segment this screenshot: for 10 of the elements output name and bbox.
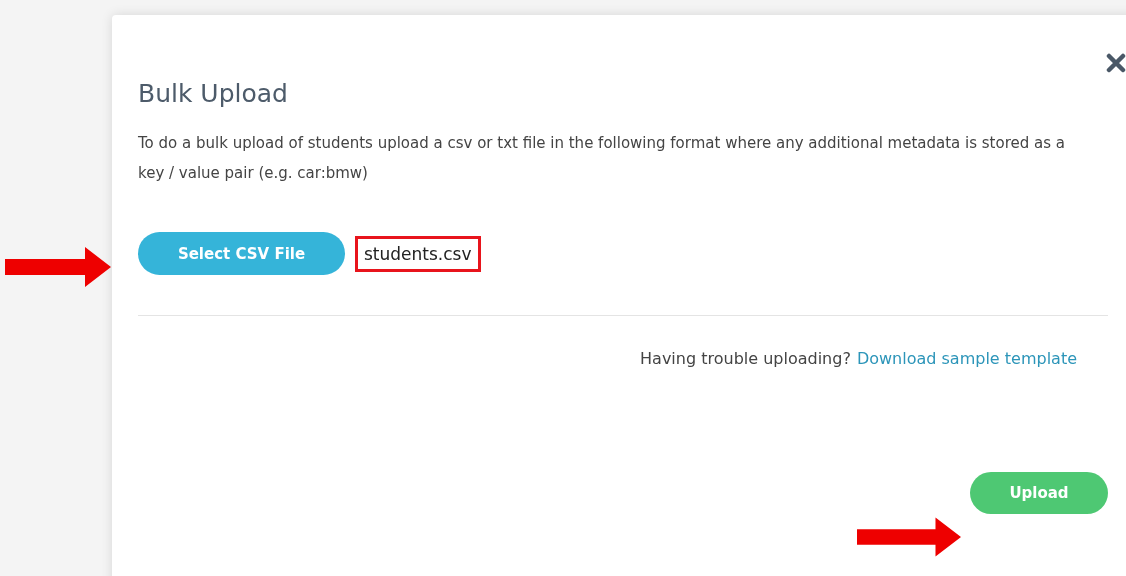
select-file-button[interactable]: Select CSV File [138, 232, 345, 275]
arrow-icon [5, 247, 111, 287]
close-icon[interactable] [1106, 53, 1126, 73]
file-name: students.csv [355, 235, 481, 272]
dialog-title: Bulk Upload [138, 79, 289, 108]
description-text: To do a bulk upload of students upload a csv or txt file in the following format where any additional metadata is stored as a key / value pair (e.g. car:bmw) [138, 133, 1066, 184]
download-template-link[interactable]: Download sample template [856, 349, 1077, 368]
help-text: Having trouble uploading? [640, 349, 851, 368]
upload-button[interactable]: Upload [970, 472, 1108, 514]
arrow-icon [857, 517, 961, 557]
